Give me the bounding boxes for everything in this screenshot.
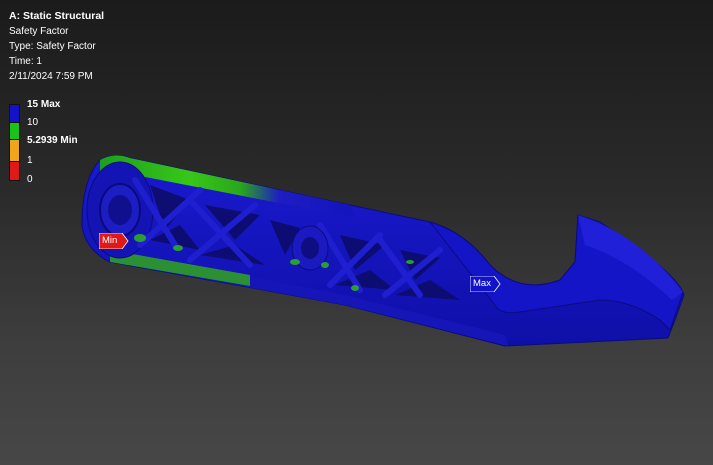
min-marker[interactable]: Min xyxy=(99,233,129,249)
max-marker[interactable]: Max xyxy=(470,276,501,292)
max-marker-label: Max xyxy=(473,278,491,289)
bracket-part xyxy=(81,154,685,347)
min-marker-label: Min xyxy=(102,235,118,246)
